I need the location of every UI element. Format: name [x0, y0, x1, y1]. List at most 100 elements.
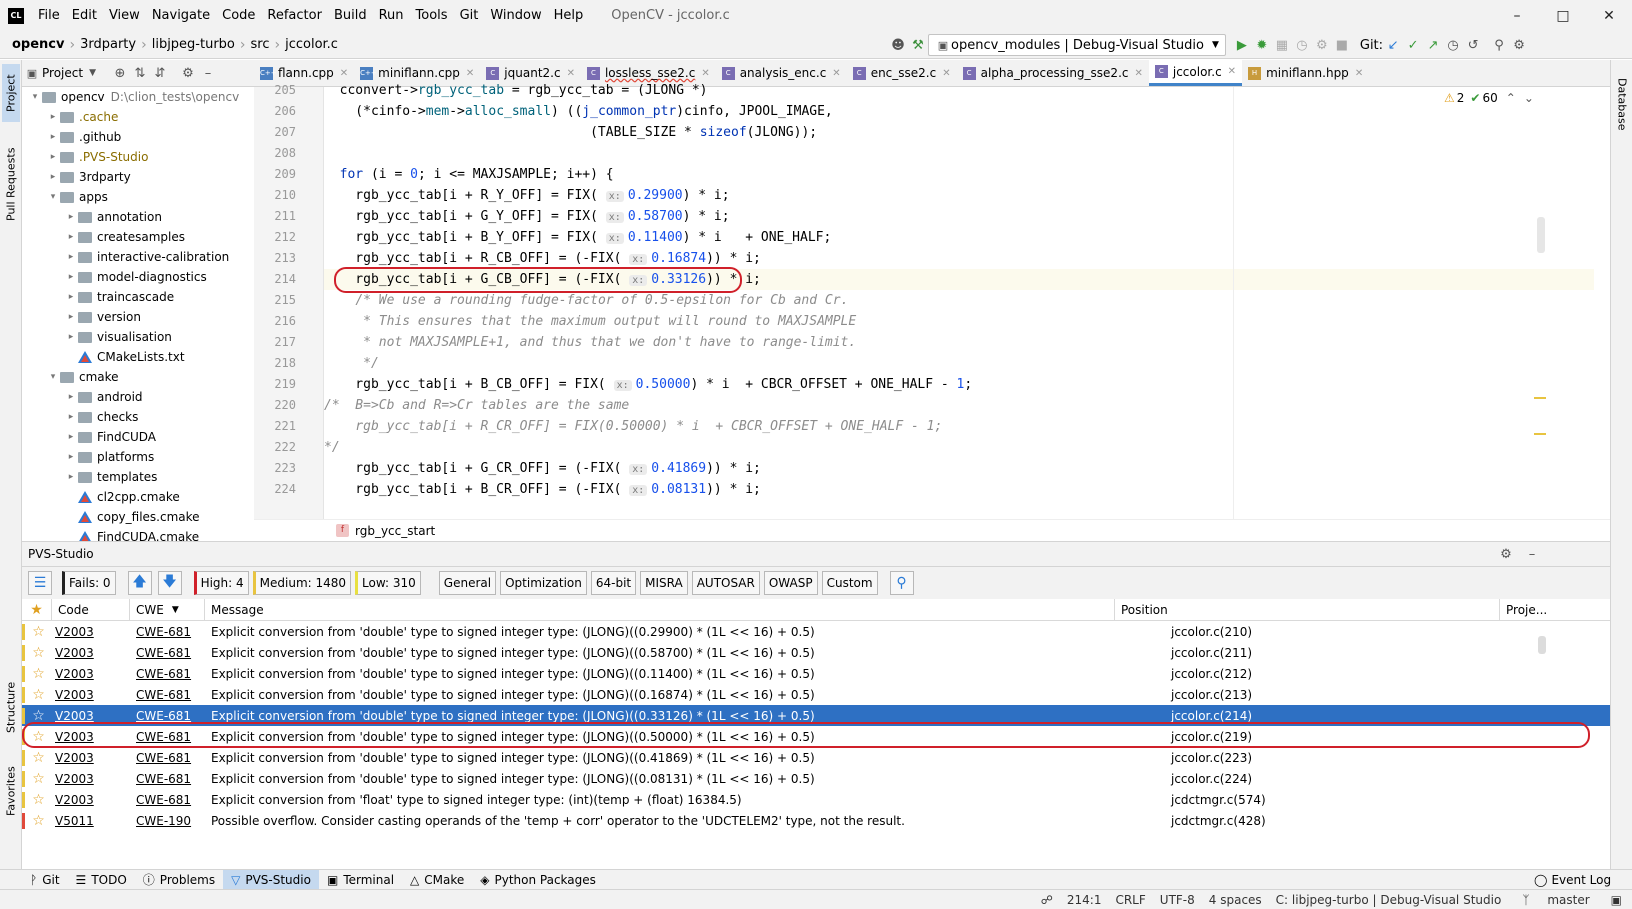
event-log-button[interactable]: ◯ Event Log [1534, 873, 1611, 887]
filter-64-bit-button[interactable]: 64-bit [590, 571, 637, 595]
git-update-icon[interactable]: ↙ [1383, 35, 1403, 55]
chevron-right-icon[interactable]: ▸ [64, 432, 78, 442]
row-cwe[interactable]: CWE-681 [130, 667, 205, 681]
settings-gear-icon[interactable]: ⚙ [1496, 544, 1516, 564]
chevron-right-icon[interactable]: ▸ [46, 152, 60, 162]
user-icon[interactable]: ☻ [888, 35, 908, 55]
tree-node[interactable]: ▸ platforms [22, 447, 254, 467]
favorite-star-icon[interactable]: ☆ [22, 623, 52, 640]
tool-tab-cmake[interactable]: △ CMake [402, 870, 472, 890]
debug-icon[interactable]: ✹ [1252, 35, 1272, 55]
structure-tool-tab[interactable]: Structure [2, 676, 20, 738]
fails-filter-button[interactable]: Fails: 0 [62, 571, 116, 595]
code-line[interactable]: * not MAXJSAMPLE+1, and thus that we don… [324, 332, 1594, 353]
row-code[interactable]: V5011 [52, 814, 130, 828]
stop-icon[interactable]: ■ [1332, 35, 1352, 55]
next-arrow-icon[interactable]: 🡇 [157, 571, 182, 595]
minimize-icon[interactable]: – [1494, 0, 1540, 31]
database-tool-tab[interactable]: Database [1613, 68, 1631, 140]
row-cwe[interactable]: CWE-681 [130, 709, 205, 723]
search-icon[interactable]: ⚲ [889, 571, 914, 595]
menu-tools[interactable]: Tools [410, 8, 454, 23]
code-editor[interactable]: 205 206 207 208 209 210 211 212 213 214 215 216 217 2… [254, 83, 1610, 519]
code-line[interactable]: * This ensures that the maximum output w… [324, 311, 1594, 332]
chevron-down-icon[interactable]: ⌄ [1524, 91, 1534, 105]
tool-tab-git[interactable]: ᚹ Git [22, 870, 68, 890]
menu-navigate[interactable]: Navigate [146, 8, 216, 23]
tree-node[interactable]: ▸ FindCUDA [22, 427, 254, 447]
row-code[interactable]: V2003 [52, 751, 130, 765]
code-line[interactable]: cconvert->rgb_ycc_tab = rgb_ycc_tab = (J… [324, 80, 1594, 101]
row-code[interactable]: V2003 [52, 667, 130, 681]
favorite-star-icon[interactable]: ★ [22, 598, 52, 621]
attach-icon[interactable]: ⚙ [1312, 35, 1332, 55]
tree-node[interactable]: ▸ model-diagnostics [22, 267, 254, 287]
project-panel-title[interactable]: Project [42, 66, 83, 80]
chevron-right-icon[interactable]: ▸ [46, 112, 60, 122]
locate-icon[interactable]: ⊕ [110, 63, 130, 83]
menu-build[interactable]: Build [328, 8, 373, 23]
tool-tab-terminal[interactable]: ▣ Terminal [319, 870, 402, 890]
row-code[interactable]: V2003 [52, 709, 130, 723]
filter-optimization-button[interactable]: Optimization [500, 571, 587, 595]
table-scrollbar[interactable] [1538, 636, 1546, 654]
row-cwe[interactable]: CWE-681 [130, 646, 205, 660]
favorite-star-icon[interactable]: ☆ [22, 749, 52, 766]
pull-requests-tool-tab[interactable]: Pull Requests [2, 136, 20, 232]
table-row[interactable]: ☆ V5011 CWE-190 Possible overflow. Consider… [22, 810, 1610, 831]
code-line[interactable] [324, 143, 1594, 164]
row-code[interactable]: V2003 [52, 793, 130, 807]
chevron-down-icon[interactable]: ▾ [46, 372, 60, 382]
chevron-up-icon[interactable]: ⌃ [1506, 91, 1516, 105]
editor-scrollbar[interactable] [1537, 217, 1545, 253]
favorite-star-icon[interactable]: ☆ [22, 686, 52, 703]
tree-node[interactable]: ▾ apps [22, 187, 254, 207]
tree-node[interactable]: ▸ annotation [22, 207, 254, 227]
table-row[interactable]: ☆ V2003 CWE-681 Explicit conversion from 'd… [22, 747, 1610, 768]
row-code[interactable]: V2003 [52, 625, 130, 639]
hide-panel-icon[interactable]: – [1522, 544, 1542, 564]
chevron-right-icon[interactable]: ▸ [46, 132, 60, 142]
tree-node[interactable]: CMakeLists.txt [22, 347, 254, 367]
breadcrumb-item[interactable]: src [247, 37, 274, 52]
chevron-right-icon[interactable]: ▸ [64, 312, 78, 322]
column-cwe[interactable]: CWE ▼ [130, 598, 205, 621]
menu-code[interactable]: Code [216, 8, 261, 23]
menu-file[interactable]: File [32, 8, 66, 23]
chevron-right-icon[interactable]: ▸ [64, 292, 78, 302]
table-row[interactable]: ☆ V2003 CWE-681 Explicit conversion from 'd… [22, 663, 1610, 684]
code-line[interactable]: /* B=>Cb and R=>Cr tables are the same [324, 395, 1594, 416]
medium-filter-button[interactable]: Medium: 1480 [252, 571, 352, 595]
high-filter-button[interactable]: High: 4 [193, 571, 249, 595]
filter-owasp-button[interactable]: OWASP [763, 571, 818, 595]
menu-help[interactable]: Help [548, 8, 590, 23]
run-config-select[interactable]: ▣ opencv_modules | Debug-Visual Studio ▼ [928, 34, 1226, 56]
code-line[interactable]: rgb_ycc_tab[i + B_CR_OFF] = (-FIX( x: 0.0… [324, 479, 1594, 500]
code-line[interactable]: rgb_ycc_tab[i + R_CR_OFF] = FIX(0.50000)… [324, 416, 1594, 437]
breadcrumb-item[interactable]: libjpeg-turbo [148, 37, 239, 52]
settings-gear-icon[interactable]: ⚙ [1509, 35, 1529, 55]
chevron-right-icon[interactable]: ▸ [64, 472, 78, 482]
tree-node[interactable]: ▸ checks [22, 407, 254, 427]
tree-node[interactable]: ▸ .cache [22, 107, 254, 127]
filter-general-button[interactable]: General [438, 571, 497, 595]
warning-stripe-marker[interactable] [1534, 433, 1546, 435]
favorite-star-icon[interactable]: ☆ [22, 644, 52, 661]
favorite-star-icon[interactable]: ☆ [22, 665, 52, 682]
tree-node[interactable]: ▸ traincascade [22, 287, 254, 307]
close-tab-icon[interactable]: ✕ [832, 68, 840, 79]
column-position[interactable]: Position [1115, 598, 1500, 621]
lock-icon[interactable]: ▣ [1604, 893, 1632, 907]
row-cwe[interactable]: CWE-681 [130, 772, 205, 786]
breadcrumb-item[interactable]: opencv [8, 37, 69, 52]
chevron-down-icon[interactable]: ▼ [89, 68, 96, 78]
breadcrumb-item[interactable]: jccolor.c [281, 37, 342, 52]
row-cwe[interactable]: CWE-681 [130, 625, 205, 639]
chevron-right-icon[interactable]: ▸ [64, 412, 78, 422]
chevron-right-icon[interactable]: ▸ [46, 172, 60, 182]
history-icon[interactable]: ◷ [1443, 35, 1463, 55]
git-branch[interactable]: ᛉ master [1508, 893, 1603, 907]
favorite-star-icon[interactable]: ☆ [22, 791, 52, 808]
collapse-all-icon[interactable]: ⇵ [150, 63, 170, 83]
warning-stripe-marker[interactable] [1534, 397, 1546, 399]
